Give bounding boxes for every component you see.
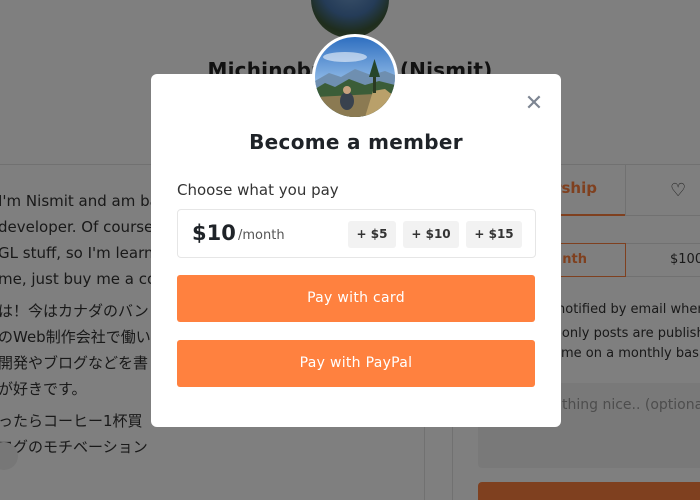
membership-modal: ✕ Become a member Choose what you pay $1… xyxy=(151,74,561,427)
mountain-landscape-icon xyxy=(315,37,395,117)
add-5-button[interactable]: + $5 xyxy=(348,221,396,248)
close-icon[interactable]: ✕ xyxy=(523,93,545,115)
pay-with-card-button[interactable]: Pay with card xyxy=(177,275,535,322)
modal-title: Become a member xyxy=(249,130,463,154)
modal-creator-avatar xyxy=(312,34,398,120)
pay-with-paypal-button[interactable]: Pay with PayPal xyxy=(177,340,535,387)
choose-amount-label: Choose what you pay xyxy=(177,181,339,199)
add-15-button[interactable]: + $15 xyxy=(466,221,522,248)
amount-unit: /month xyxy=(238,228,285,243)
add-10-button[interactable]: + $10 xyxy=(403,221,459,248)
amount-input[interactable]: $10 /month + $5 + $10 + $15 xyxy=(177,209,536,258)
amount-value: $10 xyxy=(192,221,236,245)
